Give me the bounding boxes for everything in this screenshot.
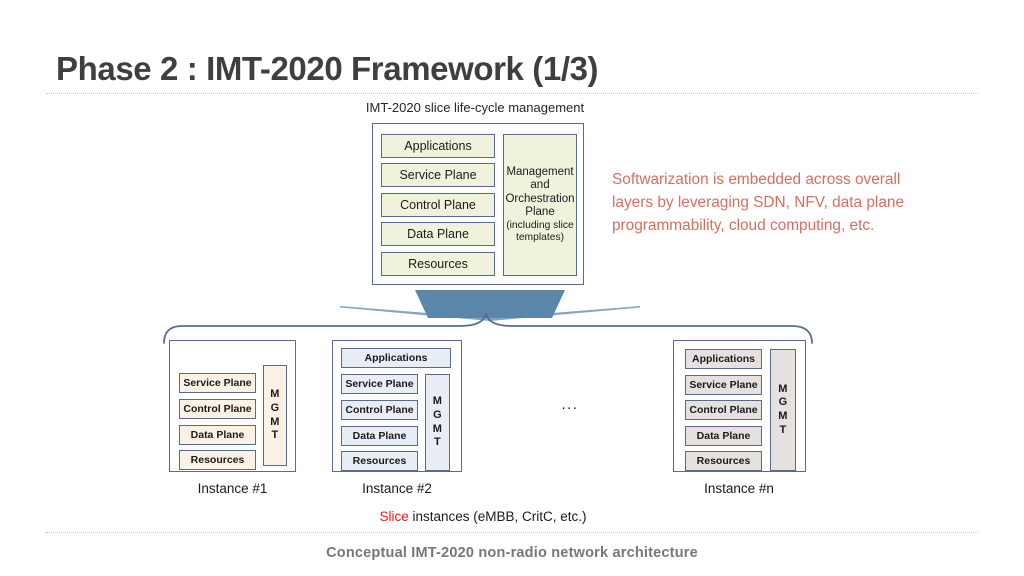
instancen-mgmt-t: T xyxy=(779,423,787,436)
lifecycle-layer-resources: Resources xyxy=(381,252,495,276)
instance2-mgmt-g: G xyxy=(433,408,442,421)
lifecycle-layer-applications: Applications xyxy=(381,134,495,158)
instance1-layer-service-plane: Service Plane xyxy=(179,373,256,393)
lifecycle-layer-control-plane: Control Plane xyxy=(381,193,495,217)
commentary-text: Softwarization is embedded across overal… xyxy=(612,171,905,235)
instance-panel-2: Applications Service Plane Control Plane… xyxy=(332,340,462,472)
slice-caption-highlight: Slice xyxy=(379,509,409,524)
diagram-heading-text: IMT-2020 slice life-cycle management xyxy=(365,100,585,115)
instance1-mgmt-column: M G M T xyxy=(263,365,287,466)
instance-label-1: Instance #1 xyxy=(197,481,268,496)
instance1-layer-data-plane: Data Plane xyxy=(179,425,256,445)
instance2-layer-service-plane: Service Plane xyxy=(341,374,418,394)
divider-top xyxy=(46,93,978,94)
instance-label-2: Instance #2 xyxy=(362,481,432,496)
instancen-layer-service-plane: Service Plane xyxy=(685,375,762,395)
instances-ellipsis: ... xyxy=(561,396,579,413)
lifecycle-layer-service-plane: Service Plane xyxy=(381,163,495,187)
instance2-layer-control-plane: Control Plane xyxy=(341,400,418,420)
instancen-mgmt-g: G xyxy=(778,396,788,409)
instance1-mgmt-t: T xyxy=(271,429,279,442)
slice-caption-rest: instances (eMBB, CritC, etc.) xyxy=(408,509,587,524)
instance1-layer-resources: Resources xyxy=(179,450,256,470)
mgmt-line-4: Plane xyxy=(525,206,555,219)
instance-panel-1: Service Plane Control Plane Data Plane R… xyxy=(169,340,296,472)
lifecycle-panel: Applications Service Plane Control Plane… xyxy=(372,123,584,285)
instance2-mgmt-column: M G M T xyxy=(425,374,450,471)
instance-label-n: Instance #n xyxy=(704,481,774,496)
instancen-layer-control-plane: Control Plane xyxy=(685,400,762,420)
lifecycle-layer-data-plane: Data Plane xyxy=(381,222,495,246)
instancen-layer-applications: Applications xyxy=(685,349,762,369)
diagram-heading: IMT-2020 slice life-cycle management xyxy=(0,100,1024,115)
instance2-mgmt-m2: M xyxy=(432,422,443,435)
mgmt-note-2: templates) xyxy=(515,232,565,244)
instancen-layer-resources: Resources xyxy=(685,451,762,471)
slice-instances-caption: Slice instances (eMBB, CritC, etc.) xyxy=(0,509,1024,524)
instance2-layer-data-plane: Data Plane xyxy=(341,426,418,446)
instance1-layer-control-plane: Control Plane xyxy=(179,399,256,419)
instance2-mgmt-m1: M xyxy=(432,395,443,407)
instancen-mgmt-column: M G M T xyxy=(770,349,796,471)
instance2-layer-resources: Resources xyxy=(341,451,418,471)
mgmt-note-1: (including slice xyxy=(506,219,574,231)
mgmt-line-2: and xyxy=(530,179,550,192)
instance1-mgmt-m1: M xyxy=(270,388,280,400)
mgmt-line-3: Orchestration xyxy=(505,192,575,205)
instance2-layer-applications: Applications xyxy=(341,348,451,368)
instancen-layer-data-plane: Data Plane xyxy=(685,426,762,446)
page-title: Phase 2 : IMT-2020 Framework (1/3) xyxy=(56,50,599,87)
instance-panel-n: Applications Service Plane Control Plane… xyxy=(673,340,806,472)
instancen-mgmt-m2: M xyxy=(778,410,788,422)
management-orchestration-plane-block: Management and Orchestration Plane (incl… xyxy=(503,134,577,276)
mgmt-line-1: Management xyxy=(506,165,574,178)
instance2-mgmt-t: T xyxy=(433,436,442,449)
instance1-mgmt-g: G xyxy=(270,401,280,414)
instancen-mgmt-m1: M xyxy=(778,382,788,395)
instance1-mgmt-m2: M xyxy=(270,415,280,428)
divider-bottom xyxy=(46,532,978,533)
footer-caption: Conceptual IMT-2020 non-radio network ar… xyxy=(326,545,698,561)
